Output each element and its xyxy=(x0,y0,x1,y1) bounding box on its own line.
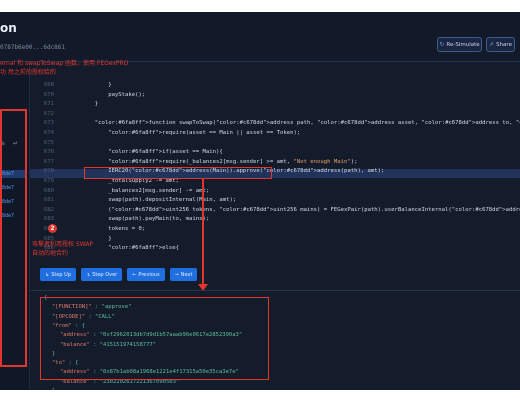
panel-divider xyxy=(30,290,520,291)
step-icon: → xyxy=(174,271,179,278)
step-label: Previous xyxy=(138,271,160,278)
code-line[interactable]: 675 xyxy=(30,140,520,149)
resimulate-button[interactable]: ↻ Re-Simulate xyxy=(437,37,482,52)
line-text: } xyxy=(88,82,112,88)
line-text: } xyxy=(88,101,99,108)
annotation-box-call-detail xyxy=(40,297,269,380)
step-icon: ↳ xyxy=(45,271,50,278)
step-icon: ← xyxy=(132,271,137,278)
code-line[interactable]: 676 "color:#6fa8ff">if(asset == Main){ xyxy=(30,149,520,158)
step-label: Step Over xyxy=(92,271,118,278)
line-text: "color:#6fa8ff">require(_balances2[msg.s… xyxy=(108,158,358,165)
json-value: } xyxy=(52,388,55,390)
step-icon: ↴ xyxy=(86,271,91,278)
code-line[interactable]: 673 "color:#6fa8ff">function swapToSwap(… xyxy=(30,120,520,129)
annotation-note-1-line-1: ernal 和 swapToSwap 函数，使用 FEGexPRO xyxy=(0,60,129,67)
line-number: 673 xyxy=(43,120,54,127)
annotation-note-1: ernal 和 swapToSwap 函数，使用 FEGexPRO 功 然之前的… xyxy=(0,59,128,77)
code-line[interactable]: 684 tokens = 0; xyxy=(30,226,520,235)
code-line[interactable]: 670 payStake(); xyxy=(30,92,520,101)
line-text: _balances2[msg.sender] -= amt; xyxy=(88,187,210,194)
page-title: on xyxy=(0,21,17,35)
line-text: "color:#6fa8ff">require(asset == Main ||… xyxy=(108,130,301,136)
line-number: 682 xyxy=(43,206,54,213)
step-label: Step Up xyxy=(51,271,72,278)
code-line[interactable]: 671 } xyxy=(30,101,520,110)
code-line[interactable]: 679 _totalSupply2 -= amt; xyxy=(30,178,520,187)
resimulate-label: Re-Simulate xyxy=(446,41,480,48)
annotation-box-approve xyxy=(84,167,272,179)
line-number: 680 xyxy=(43,187,54,194)
annotation-note-1-line-2: 功 然之前的授权给的 xyxy=(0,69,56,76)
annotation-step-badge: 2 xyxy=(48,224,57,233)
line-number: 678 xyxy=(43,168,54,175)
line-number: 683 xyxy=(43,216,54,223)
line-text: "color:#6fa8ff">if(asset == Main){ xyxy=(108,149,223,156)
line-text: payStake(); xyxy=(88,91,146,98)
annotation-box-trace xyxy=(0,109,27,367)
step-button-2[interactable]: ← Previous xyxy=(127,268,165,281)
debugger-step-bar: ↳ Step Up ↴ Step Over ← Previous → Next xyxy=(40,268,198,282)
line-text: tokens = 0; xyxy=(88,226,146,232)
code-line[interactable]: 680 _balances2[msg.sender] -= amt; xyxy=(30,188,520,197)
code-line[interactable]: 683 swap(path).payMain(to, mains); xyxy=(30,216,520,225)
line-number: 668 xyxy=(43,82,54,88)
line-number: 681 xyxy=(43,197,54,204)
share-button[interactable]: ⇗ Share xyxy=(486,37,515,52)
code-line[interactable]: 682 ("color:#c678dd">uint256 tokens, "co… xyxy=(30,207,520,216)
share-label: Share xyxy=(496,41,512,48)
step-label: Next xyxy=(180,271,193,278)
step-button-1[interactable]: ↴ Step Over xyxy=(81,268,123,281)
refresh-icon: ↻ xyxy=(439,41,445,48)
line-text: "color:#6fa8ff">function swapToSwap("col… xyxy=(94,120,520,127)
step-button-3[interactable]: → Next xyxy=(169,268,198,281)
line-number: 675 xyxy=(43,139,54,146)
line-number: 671 xyxy=(43,101,54,108)
line-number: 670 xyxy=(43,91,54,98)
annotation-note-2: 攻擊者利用授权 SWAP 自动的地合约 xyxy=(32,240,93,258)
line-text: swap(path).payMain(to, mains); xyxy=(88,216,210,223)
line-number: 676 xyxy=(43,149,54,156)
line-number: 672 xyxy=(43,110,54,117)
line-text: swap(path).depositInternal(Main, amt); xyxy=(88,197,237,204)
app-window: on 0787b6e00...6dc861 ↻ Re-Simulate ⇗ Sh… xyxy=(0,12,520,390)
step-button-0[interactable]: ↳ Step Up xyxy=(40,268,77,281)
code-line[interactable]: 681 swap(path).depositInternal(Main, amt… xyxy=(30,197,520,206)
annotation-arrow xyxy=(202,178,204,288)
line-text: ("color:#c678dd">uint256 tokens, "color:… xyxy=(88,206,520,213)
line-number: 674 xyxy=(43,130,54,136)
share-icon: ⇗ xyxy=(489,41,495,48)
tx-hash: 0787b6e00...6dc861 xyxy=(0,44,66,51)
code-line[interactable]: 674 "color:#6fa8ff">require(asset == Mai… xyxy=(30,130,520,139)
code-line[interactable]: 686 "color:#6fa8ff">else{ xyxy=(30,245,520,254)
line-number: 677 xyxy=(43,158,54,165)
json-line: "balance" : "2302202617221367090503" xyxy=(60,379,179,388)
code-line[interactable]: 685 } xyxy=(30,236,520,245)
annotation-note-2-line-1: 攻擊者利用授权 SWAP xyxy=(32,241,94,248)
json-line: } xyxy=(52,388,55,390)
code-line[interactable]: 668 } xyxy=(30,82,520,91)
code-line[interactable]: 672 xyxy=(30,111,520,120)
annotation-note-2-line-2: 自动的地合约 xyxy=(32,250,69,257)
header-bar: on 0787b6e00...6dc861 ↻ Re-Simulate ⇗ Sh… xyxy=(0,12,520,62)
line-number: 679 xyxy=(43,178,54,184)
line-text: "color:#6fa8ff">else{ xyxy=(108,245,179,252)
